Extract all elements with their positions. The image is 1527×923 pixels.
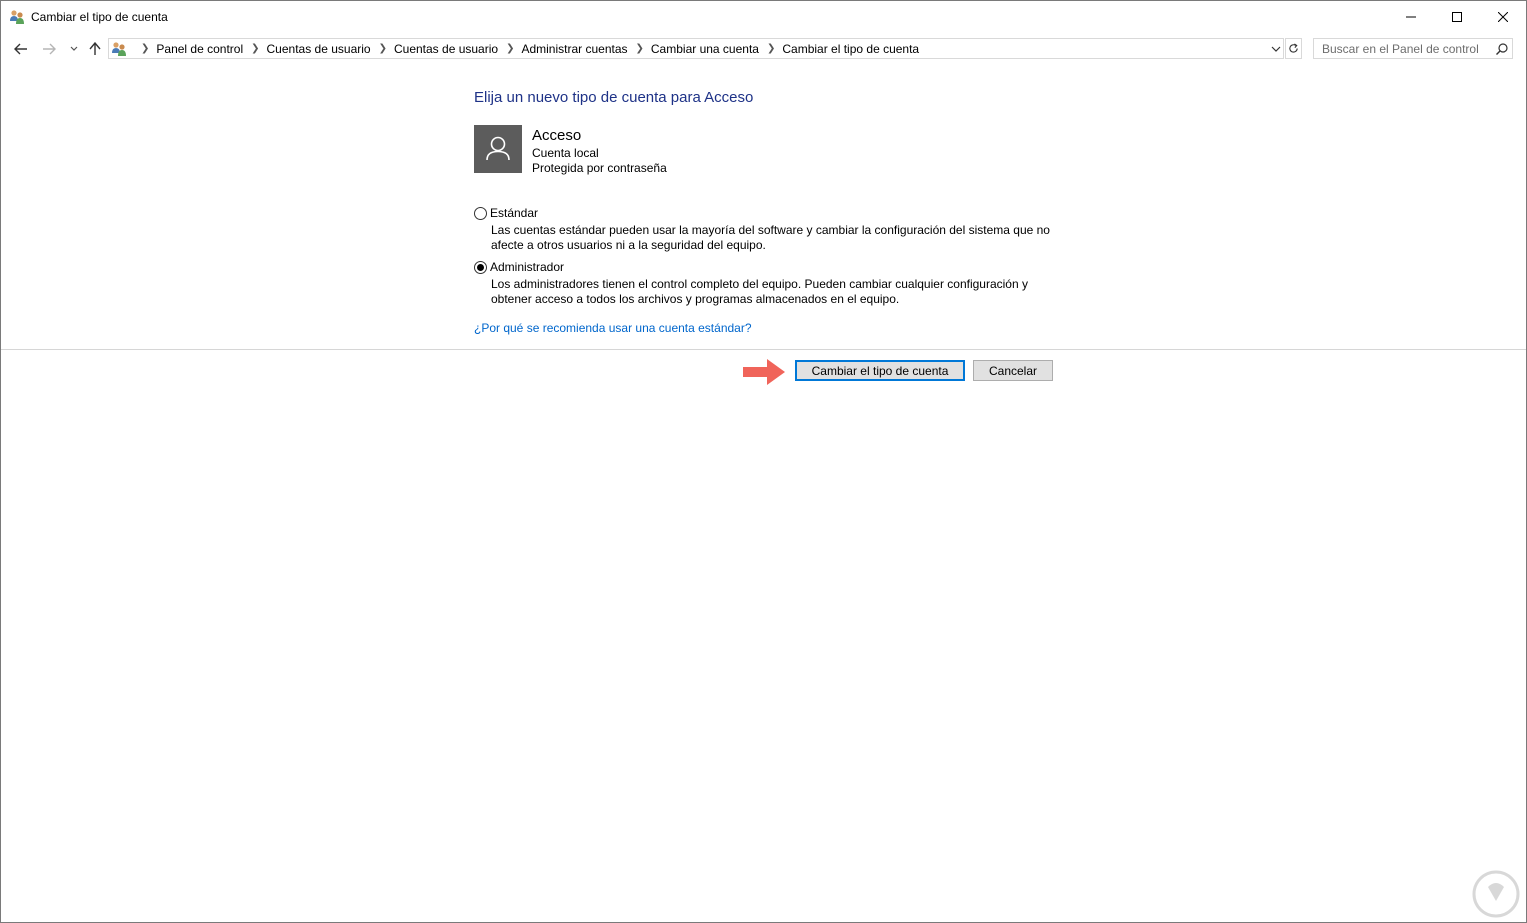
search-icon[interactable]	[1494, 41, 1510, 57]
page-title: Elija un nuevo tipo de cuenta para Acces…	[474, 89, 754, 106]
radio-selected-dot	[477, 264, 484, 271]
control-panel-icon	[111, 41, 127, 57]
navigation-bar: ❯ Panel de control ❯ Cuentas de usuario …	[1, 37, 1526, 61]
breadcrumb-item[interactable]: Cambiar una cuenta	[651, 42, 759, 56]
chevron-right-icon[interactable]: ❯	[506, 43, 514, 54]
account-name: Acceso	[532, 127, 582, 144]
address-bar[interactable]: ❯ Panel de control ❯ Cuentas de usuario …	[108, 38, 1284, 59]
administrator-option-label[interactable]: Administrador	[490, 260, 564, 274]
change-account-type-button[interactable]: Cambiar el tipo de cuenta	[795, 360, 965, 381]
why-standard-account-link[interactable]: ¿Por qué se recomienda usar una cuenta e…	[474, 321, 752, 335]
administrator-radio[interactable]	[474, 261, 487, 274]
up-arrow-icon[interactable]	[85, 37, 105, 61]
standard-option-description: Las cuentas estándar pueden usar la mayo…	[491, 223, 1050, 252]
user-icon	[486, 136, 510, 161]
divider	[1, 349, 1526, 350]
breadcrumb-item[interactable]: Administrar cuentas	[521, 42, 627, 56]
watermark-logo-icon	[1472, 870, 1520, 918]
back-arrow-icon[interactable]	[11, 37, 31, 61]
address-dropdown-chevron-icon[interactable]	[1269, 39, 1283, 58]
red-arrow-annotation-icon	[743, 359, 785, 385]
search-box[interactable]	[1313, 38, 1513, 59]
breadcrumb-item[interactable]: Panel de control	[156, 42, 243, 56]
breadcrumb-item[interactable]: Cuentas de usuario	[267, 42, 371, 56]
recent-locations-chevron-icon[interactable]	[67, 37, 81, 61]
breadcrumb-item-current[interactable]: Cambiar el tipo de cuenta	[782, 42, 919, 56]
maximize-button[interactable]	[1434, 1, 1480, 32]
breadcrumb: ❯ Panel de control ❯ Cuentas de usuario …	[133, 39, 919, 58]
chevron-right-icon[interactable]: ❯	[767, 43, 775, 54]
minimize-button[interactable]	[1388, 1, 1434, 32]
breadcrumb-item[interactable]: Cuentas de usuario	[394, 42, 498, 56]
users-icon	[9, 9, 25, 25]
search-input[interactable]	[1314, 39, 1498, 58]
refresh-icon[interactable]	[1285, 38, 1302, 59]
forward-arrow-icon[interactable]	[39, 37, 59, 61]
cancel-button[interactable]: Cancelar	[973, 360, 1053, 381]
account-type: Cuenta local	[532, 146, 599, 160]
chevron-right-icon[interactable]: ❯	[379, 43, 387, 54]
standard-radio[interactable]	[474, 207, 487, 220]
standard-option-label[interactable]: Estándar	[490, 206, 538, 220]
administrator-option-description: Los administradores tienen el control co…	[491, 277, 1028, 306]
chevron-right-icon[interactable]: ❯	[141, 43, 149, 54]
chevron-right-icon[interactable]: ❯	[251, 43, 259, 54]
window-title: Cambiar el tipo de cuenta	[31, 10, 168, 24]
chevron-right-icon[interactable]: ❯	[636, 43, 644, 54]
title-bar: Cambiar el tipo de cuenta	[1, 1, 1526, 32]
account-protection: Protegida por contraseña	[532, 161, 667, 175]
control-panel-window: Cambiar el tipo de cuenta ❯ Panel de con…	[0, 0, 1527, 923]
avatar	[474, 125, 522, 173]
close-button[interactable]	[1480, 1, 1526, 32]
